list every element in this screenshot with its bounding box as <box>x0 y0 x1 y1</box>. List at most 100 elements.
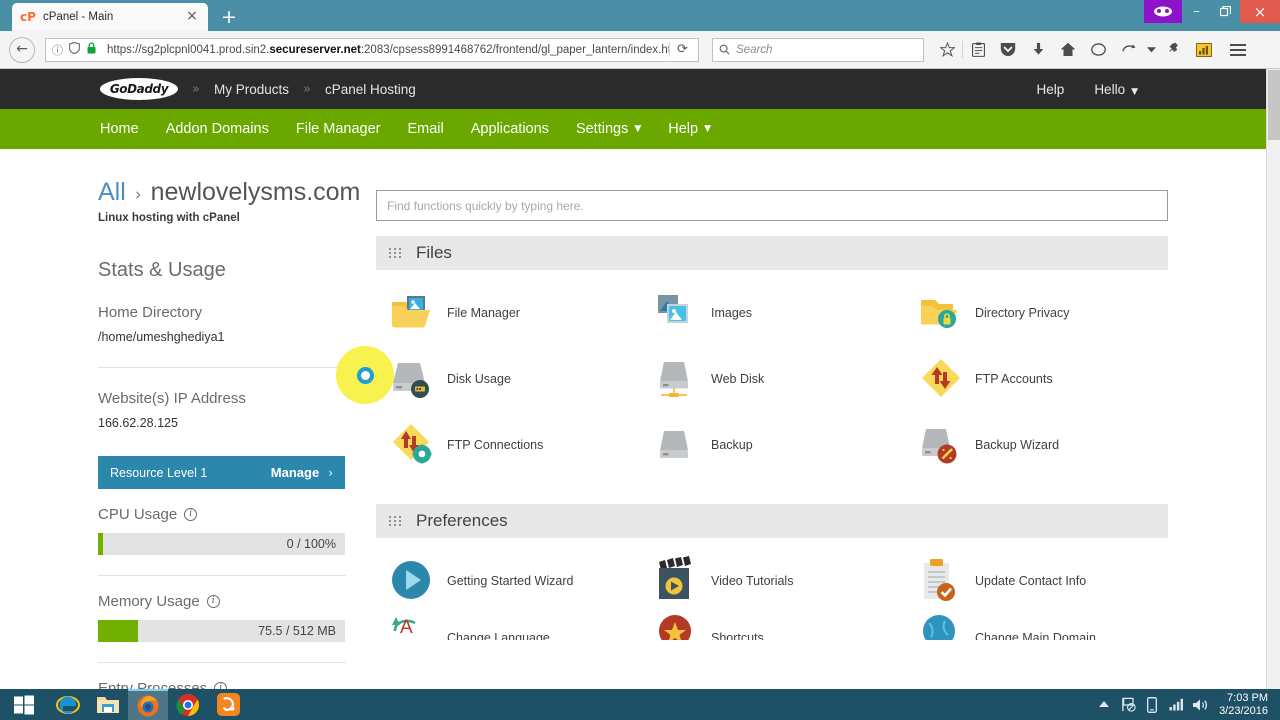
folder-lock-icon <box>917 288 967 338</box>
info-icon[interactable]: i <box>214 682 228 689</box>
tile-directory-privacy[interactable]: Directory Privacy <box>904 280 1168 346</box>
adblock-icon[interactable] <box>1189 37 1219 63</box>
entry-processes-label: Entry Processes i <box>98 680 346 689</box>
topbar-right: Help Hello ▼ <box>1007 82 1138 97</box>
breadcrumb-cpanel-hosting[interactable]: cPanel Hosting <box>325 82 416 97</box>
tile-ftp-connections[interactable]: FTP Connections <box>376 412 640 478</box>
page-info-icon[interactable]: ⓘ <box>49 42 66 58</box>
drag-handle-icon[interactable] <box>389 516 402 526</box>
tile-getting-started-wizard[interactable]: Getting Started Wizard <box>376 548 640 614</box>
internet-explorer-icon[interactable] <box>48 689 88 720</box>
resource-level-bar[interactable]: Resource Level 1 Manage › <box>98 456 345 489</box>
tile-update-contact-info[interactable]: Update Contact Info <box>904 548 1168 614</box>
tile-label: Change Main Domain <box>975 631 1096 640</box>
page-scrollbar[interactable] <box>1266 69 1280 689</box>
battery-icon[interactable] <box>1140 689 1164 720</box>
page-scrollbar-thumb[interactable] <box>1268 70 1280 140</box>
firefox-icon[interactable] <box>128 689 168 720</box>
download-icon[interactable] <box>1023 37 1053 63</box>
find-functions-input[interactable]: Find functions quickly by typing here. <box>376 190 1168 221</box>
tile-backup-wizard[interactable]: Backup Wizard <box>904 412 1168 478</box>
globe-icon <box>917 614 967 640</box>
nav-item-help[interactable]: Help ▼ <box>668 121 711 137</box>
svg-text:A: A <box>400 617 413 638</box>
sidebar-divider-2 <box>98 575 346 576</box>
bookmark-star-icon[interactable] <box>932 37 962 63</box>
flag-icon[interactable] <box>1116 689 1140 720</box>
godaddy-topbar: GoDaddy » My Products » cPanel Hosting H… <box>0 69 1266 109</box>
tiles-preferences-partial: A Change Language Shortcuts Change Main … <box>376 614 1168 640</box>
chevron-down-icon[interactable] <box>1143 37 1159 63</box>
tile-web-disk[interactable]: Web Disk <box>640 346 904 412</box>
nav-item-applications[interactable]: Applications <box>471 121 549 137</box>
drag-handle-icon[interactable] <box>389 248 402 258</box>
chevron-right-icon: › <box>328 465 333 480</box>
nav-item-settings[interactable]: Settings ▼ <box>576 121 641 137</box>
tile-file-manager[interactable]: File Manager <box>376 280 640 346</box>
memory-usage-fill <box>98 620 138 642</box>
shield-icon <box>66 41 83 57</box>
godaddy-logo[interactable]: GoDaddy <box>100 78 178 100</box>
info-icon[interactable]: i <box>206 595 220 608</box>
manage-link[interactable]: Manage <box>271 465 319 480</box>
topbar-help-link[interactable]: Help <box>1037 82 1065 97</box>
browser-search-input[interactable]: Search <box>712 37 924 62</box>
chat-icon[interactable] <box>1083 37 1113 63</box>
network-icon[interactable] <box>1164 689 1188 720</box>
reader-icon[interactable] <box>963 37 993 63</box>
file-explorer-icon[interactable] <box>88 689 128 720</box>
window-close-button[interactable]: × <box>1240 0 1280 23</box>
main-panel: Find functions quickly by typing here. F… <box>376 149 1168 640</box>
content-wrapper: All › newlovelysms.com Linux hosting wit… <box>0 149 1266 689</box>
back-arrow-icon[interactable]: ← <box>9 36 35 63</box>
breadcrumb-my-products[interactable]: My Products <box>214 82 289 97</box>
url-bar[interactable]: ⓘ https://sg2plcpnl0041.prod.sin2.secure… <box>45 37 699 62</box>
url-text[interactable]: https://sg2plcpnl0041.prod.sin2.securese… <box>100 44 669 56</box>
uc-browser-icon[interactable] <box>208 689 248 720</box>
images-icon <box>653 288 703 338</box>
browser-search-placeholder: Search <box>736 43 773 56</box>
nav-item-home[interactable]: Home <box>100 121 139 137</box>
sync-icon[interactable] <box>1113 37 1143 63</box>
volume-icon[interactable] <box>1188 689 1212 720</box>
nav-item-addon-domains[interactable]: Addon Domains <box>166 121 269 137</box>
extension-mask-icon[interactable] <box>1144 0 1182 23</box>
ftp-connections-icon <box>389 420 439 470</box>
tile-change-language[interactable]: A Change Language <box>376 617 640 640</box>
breadcrumb-all-link[interactable]: All <box>98 178 126 207</box>
tile-shortcuts[interactable]: Shortcuts <box>640 615 904 640</box>
backup-icon <box>653 420 703 470</box>
tile-video-tutorials[interactable]: Video Tutorials <box>640 548 904 614</box>
new-tab-button[interactable]: + <box>218 6 240 28</box>
window-maximize-button[interactable] <box>1211 0 1240 23</box>
tile-change-main-domain[interactable]: Change Main Domain <box>904 615 1168 640</box>
chrome-icon[interactable] <box>168 689 208 720</box>
tile-ftp-accounts[interactable]: FTP Accounts <box>904 346 1168 412</box>
clock-date: 3/23/2016 <box>1219 704 1268 717</box>
topbar-hello-menu[interactable]: Hello ▼ <box>1094 82 1138 97</box>
window-minimize-button[interactable]: – <box>1182 0 1211 23</box>
taskbar-clock[interactable]: 7:03 PM 3/23/2016 <box>1219 692 1268 718</box>
hosting-subtitle: Linux hosting with cPanel <box>98 212 240 224</box>
breadcrumb-separator-icon: › <box>134 185 142 205</box>
show-hidden-icons-icon[interactable] <box>1092 689 1116 720</box>
tile-images[interactable]: Images <box>640 280 904 346</box>
nav-item-email[interactable]: Email <box>407 121 443 137</box>
menu-icon[interactable] <box>1223 37 1253 63</box>
tile-disk-usage[interactable]: Disk Usage <box>376 346 640 412</box>
info-icon[interactable]: i <box>184 508 198 521</box>
breadcrumb-chevron-icon: » <box>192 81 200 97</box>
pin-icon[interactable] <box>1159 37 1189 63</box>
home-icon[interactable] <box>1053 37 1083 63</box>
windows-start-icon[interactable] <box>0 689 48 720</box>
tile-label: Shortcuts <box>711 631 764 640</box>
pocket-icon[interactable] <box>993 37 1023 63</box>
nav-item-file-manager[interactable]: File Manager <box>296 121 381 137</box>
tile-backup[interactable]: Backup <box>640 412 904 478</box>
memory-usage-meter: 75.5 / 512 MB <box>98 620 345 642</box>
search-icon <box>719 44 730 55</box>
browser-tab[interactable]: cP cPanel - Main × <box>12 3 208 31</box>
reload-icon[interactable]: ⟳ <box>669 42 695 57</box>
tab-close-icon[interactable]: × <box>184 9 200 25</box>
folder-image-icon <box>389 288 439 338</box>
